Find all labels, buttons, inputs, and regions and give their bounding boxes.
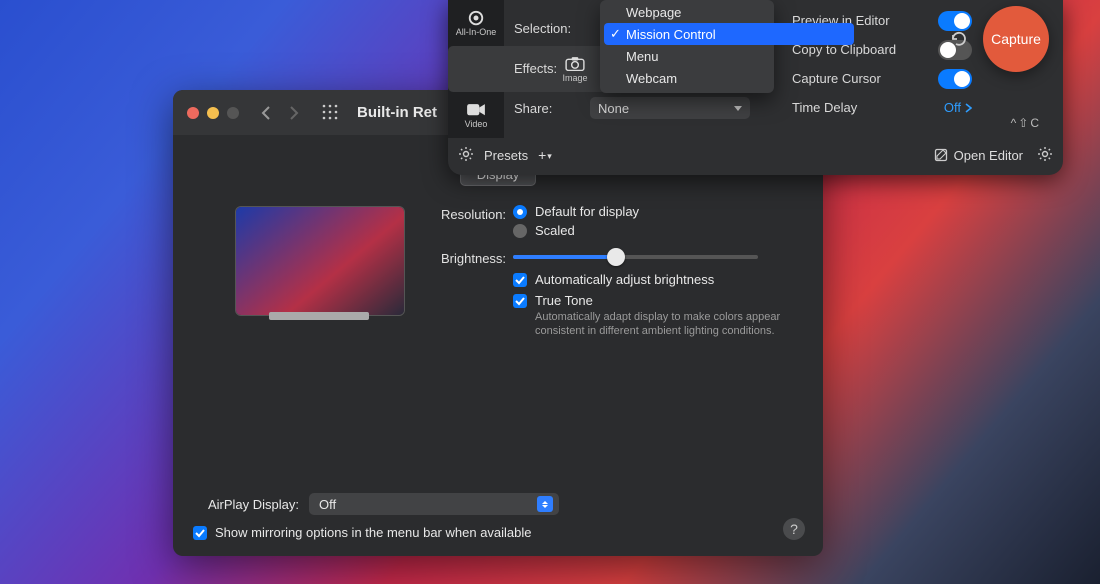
radio-icon [513, 205, 527, 219]
dropdown-item-label: Mission Control [626, 27, 716, 42]
zoom-window-button[interactable] [227, 107, 239, 119]
dropdown-item-mission-control[interactable]: ✓ Mission Control [604, 23, 854, 45]
mode-label: All-In-One [456, 27, 497, 37]
auto-brightness-checkbox[interactable]: Automatically adjust brightness [513, 272, 795, 287]
share-label: Share: [514, 101, 590, 116]
show-all-prefs-button[interactable] [321, 103, 341, 123]
checkmark-icon: ✓ [610, 26, 621, 42]
dropdown-item-webcam[interactable]: Webcam [604, 67, 770, 89]
target-icon [466, 10, 486, 26]
capture-mode-tabs: All-In-One Image Video [448, 0, 504, 138]
time-delay-label: Time Delay [792, 100, 857, 115]
open-editor-button[interactable]: Open Editor [934, 148, 1023, 163]
mode-video[interactable]: Video [448, 92, 504, 138]
dropdown-item-webpage[interactable]: Webpage [604, 1, 770, 23]
dropdown-item-label: Webcam [626, 71, 677, 86]
checkmark-icon [513, 273, 527, 287]
presets-button[interactable]: Presets [484, 148, 528, 163]
brightness-label: Brightness: [441, 248, 513, 270]
share-select[interactable]: None [590, 97, 750, 119]
brightness-slider[interactable] [513, 248, 758, 266]
nav-back-button[interactable] [255, 102, 277, 124]
settings-gear-icon[interactable] [1037, 146, 1053, 165]
airplay-label: AirPlay Display: [189, 497, 299, 512]
radio-label: Scaled [535, 223, 575, 238]
selection-label: Selection: [514, 21, 590, 36]
checkbox-label: True Tone [535, 293, 593, 308]
resolution-label: Resolution: [441, 204, 513, 226]
stepper-icon [537, 496, 553, 512]
time-delay-value: Off [944, 100, 961, 115]
window-title: Built-in Ret [357, 104, 437, 121]
radio-label: Default for display [535, 204, 639, 219]
capture-button-label: Capture [991, 31, 1041, 47]
capture-shortcut: ^⇧C [1011, 116, 1041, 130]
checkmark-icon [193, 526, 207, 540]
chevron-right-icon [965, 103, 972, 113]
display-thumbnail [235, 206, 405, 316]
help-button[interactable]: ? [783, 518, 805, 540]
add-preset-button[interactable]: +▾ [538, 147, 551, 163]
checkbox-label: Automatically adjust brightness [535, 272, 714, 287]
selection-dropdown[interactable]: Webpage ✓ Mission Control Menu Webcam [600, 0, 774, 93]
checkbox-label: Show mirroring options in the menu bar w… [215, 525, 532, 540]
video-icon [466, 102, 486, 118]
capture-cursor-label: Capture Cursor [792, 71, 881, 86]
mode-label: Video [465, 119, 488, 129]
gear-icon[interactable] [458, 146, 474, 165]
dropdown-item-label: Webpage [626, 5, 681, 20]
resolution-scaled-radio[interactable]: Scaled [513, 223, 795, 238]
display-thumbnail-stand [269, 312, 369, 320]
effects-label: Effects: [514, 61, 590, 76]
mode-all-in-one[interactable]: All-In-One [448, 0, 504, 46]
radio-icon [513, 224, 527, 238]
select-value: None [598, 101, 629, 116]
airplay-display-select[interactable]: Off [309, 493, 559, 515]
minimize-window-button[interactable] [207, 107, 219, 119]
undo-icon[interactable] [949, 29, 969, 49]
capture-button[interactable]: Capture [983, 6, 1049, 72]
nav-forward-button[interactable] [283, 102, 305, 124]
dropdown-item-label: Menu [626, 49, 659, 64]
select-value: Off [319, 497, 336, 512]
true-tone-checkbox[interactable]: True Tone [513, 293, 795, 308]
window-traffic-lights [187, 107, 239, 119]
open-editor-icon [934, 148, 948, 162]
checkmark-icon [513, 294, 527, 308]
time-delay-button[interactable]: Off [944, 100, 972, 115]
chevron-down-icon [734, 106, 742, 111]
close-window-button[interactable] [187, 107, 199, 119]
true-tone-description: Automatically adapt display to make colo… [535, 310, 795, 339]
show-mirroring-checkbox[interactable]: Show mirroring options in the menu bar w… [193, 525, 803, 540]
resolution-default-radio[interactable]: Default for display [513, 204, 795, 219]
dropdown-item-menu[interactable]: Menu [604, 45, 770, 67]
